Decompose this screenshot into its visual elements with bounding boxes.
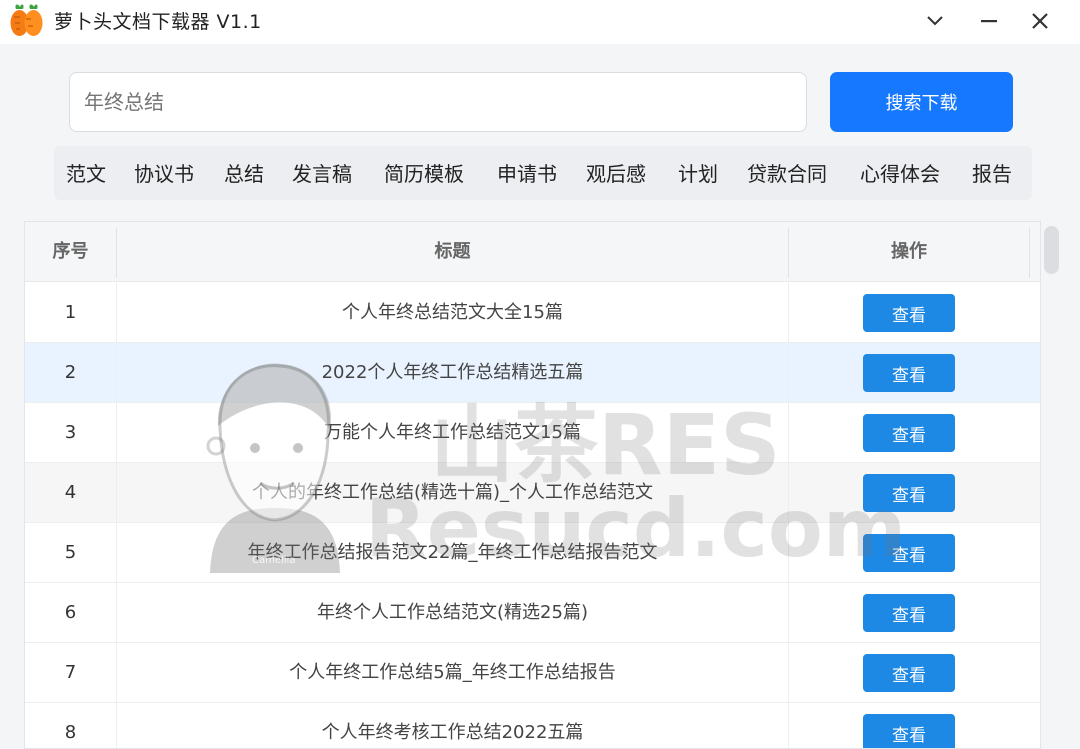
view-button[interactable]: 查看 bbox=[863, 354, 955, 392]
view-button[interactable]: 查看 bbox=[863, 594, 955, 632]
close-icon bbox=[1031, 12, 1049, 30]
scrollbar-thumb[interactable] bbox=[1044, 226, 1059, 274]
view-button[interactable]: 查看 bbox=[863, 294, 955, 332]
cell-divider bbox=[788, 703, 789, 748]
table-row[interactable]: 1 个人年终总结范文大全15篇 查看 bbox=[25, 283, 1040, 343]
row-title: 万能个人年终工作总结范文15篇 bbox=[324, 422, 581, 443]
minimize-icon bbox=[980, 19, 998, 23]
category-item[interactable]: 发言稿 bbox=[292, 158, 352, 187]
table-row[interactable]: 2 2022个人年终工作总结精选五篇 查看 bbox=[25, 343, 1040, 403]
row-index: 3 bbox=[64, 422, 77, 443]
category-item[interactable]: 简历模板 bbox=[384, 158, 464, 187]
table-row[interactable]: 4 个人的年终工作总结(精选十篇)_个人工作总结范文 查看 bbox=[25, 463, 1040, 523]
cell-divider bbox=[788, 643, 789, 703]
carrot-logo-icon bbox=[6, 3, 46, 39]
column-header-index: 序号 bbox=[52, 241, 89, 262]
view-button[interactable]: 查看 bbox=[863, 534, 955, 572]
category-bar: 范文 协议书 总结 发言稿 简历模板 申请书 观后感 计划 贷款合同 心得体会 … bbox=[54, 146, 1032, 200]
category-item[interactable]: 申请书 bbox=[497, 158, 557, 187]
view-button[interactable]: 查看 bbox=[863, 654, 955, 692]
title-bar: 萝卜头文档下载器 V1.1 bbox=[0, 0, 1080, 44]
cell-divider bbox=[788, 523, 789, 583]
row-title: 个人年终总结范文大全15篇 bbox=[342, 302, 563, 323]
cell-divider bbox=[788, 463, 789, 523]
row-title: 个人的年终工作总结(精选十篇)_个人工作总结范文 bbox=[251, 482, 654, 503]
category-item[interactable]: 贷款合同 bbox=[747, 158, 827, 187]
row-index: 8 bbox=[64, 722, 77, 743]
view-button[interactable]: 查看 bbox=[863, 414, 955, 452]
view-button[interactable]: 查看 bbox=[863, 474, 955, 512]
category-item[interactable]: 观后感 bbox=[586, 158, 646, 187]
category-item[interactable]: 计划 bbox=[678, 158, 718, 187]
row-index: 1 bbox=[64, 302, 77, 323]
minimize-button[interactable] bbox=[972, 6, 1006, 36]
table-row[interactable]: 6 年终个人工作总结范文(精选25篇) 查看 bbox=[25, 583, 1040, 643]
cell-divider bbox=[788, 283, 789, 343]
scrollbar-track[interactable] bbox=[1042, 221, 1060, 749]
column-header-action: 操作 bbox=[891, 241, 927, 262]
category-item[interactable]: 协议书 bbox=[134, 158, 194, 187]
view-button[interactable]: 查看 bbox=[863, 714, 955, 748]
table-row[interactable]: 7 个人年终工作总结5篇_年终工作总结报告 查看 bbox=[25, 643, 1040, 703]
close-button[interactable] bbox=[1023, 6, 1057, 36]
cell-divider bbox=[788, 343, 789, 403]
window-title: 萝卜头文档下载器 V1.1 bbox=[54, 11, 262, 33]
table-row[interactable]: 3 万能个人年终工作总结范文15篇 查看 bbox=[25, 403, 1040, 463]
row-index: 2 bbox=[64, 362, 77, 383]
search-download-button[interactable]: 搜索下载 bbox=[830, 72, 1013, 132]
row-title: 年终工作总结报告范文22篇_年终工作总结报告范文 bbox=[247, 542, 658, 563]
table-header: 序号 标题 操作 bbox=[25, 222, 1040, 282]
row-title: 个人年终考核工作总结2022五篇 bbox=[321, 722, 584, 743]
search-input[interactable] bbox=[69, 72, 807, 132]
row-title: 年终个人工作总结范文(精选25篇) bbox=[317, 602, 588, 623]
category-item[interactable]: 范文 bbox=[66, 158, 106, 187]
cell-divider bbox=[788, 583, 789, 643]
column-header-title: 标题 bbox=[434, 241, 471, 262]
row-title: 2022个人年终工作总结精选五篇 bbox=[321, 362, 584, 383]
row-title: 个人年终工作总结5篇_年终工作总结报告 bbox=[289, 662, 616, 683]
row-index: 7 bbox=[64, 662, 77, 683]
collapse-button[interactable] bbox=[918, 6, 952, 36]
chevron-down-icon bbox=[926, 15, 944, 27]
cell-divider bbox=[788, 403, 789, 463]
row-index: 6 bbox=[64, 602, 77, 623]
row-index: 5 bbox=[64, 542, 77, 563]
category-item[interactable]: 报告 bbox=[972, 158, 1012, 187]
results-table: 序号 标题 操作 1 个人年终总结范文大全15篇 查看 2 2022个人年终工作… bbox=[24, 221, 1041, 749]
category-item[interactable]: 总结 bbox=[224, 158, 264, 187]
row-index: 4 bbox=[64, 482, 77, 503]
table-row[interactable]: 8 个人年终考核工作总结2022五篇 查看 bbox=[25, 703, 1040, 748]
category-item[interactable]: 心得体会 bbox=[860, 158, 940, 187]
table-row[interactable]: 5 年终工作总结报告范文22篇_年终工作总结报告范文 查看 bbox=[25, 523, 1040, 583]
column-divider bbox=[1029, 228, 1030, 278]
